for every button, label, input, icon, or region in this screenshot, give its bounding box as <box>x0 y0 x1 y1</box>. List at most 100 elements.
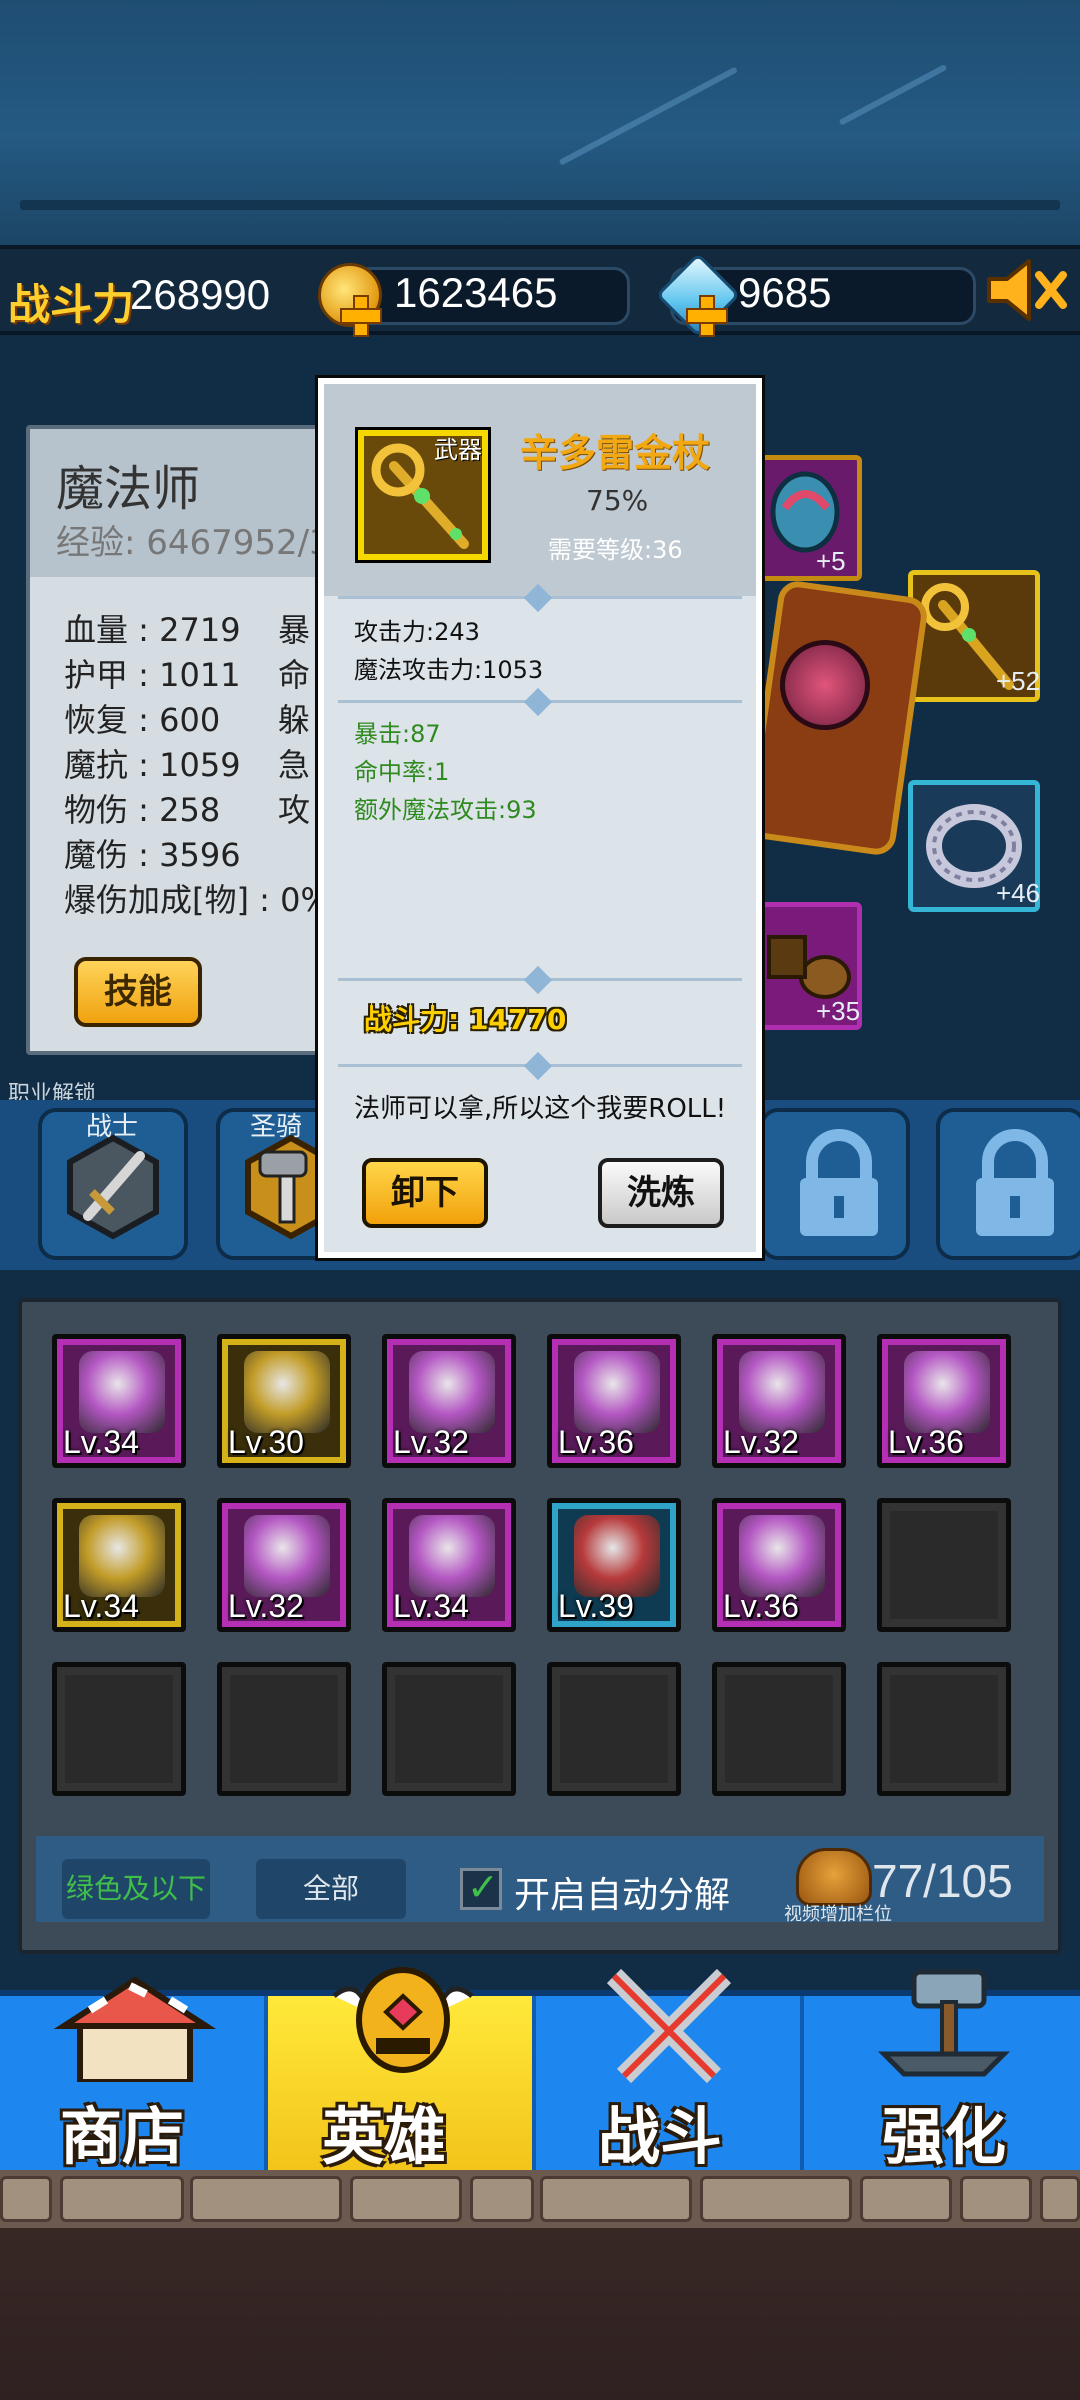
orb-blue-icon <box>739 1515 825 1597</box>
inventory-empty-slot[interactable] <box>877 1662 1011 1796</box>
auto-decompose-checkbox[interactable] <box>460 1865 502 1910</box>
inventory-empty-slot[interactable] <box>52 1662 186 1796</box>
item-detail-popup: 武器 辛多雷金杖 75% 需要等级:36 攻击力:243 魔法攻击力:1053 … <box>318 378 762 1258</box>
armor-purple-icon <box>409 1351 495 1433</box>
ledge-shadow <box>20 200 1060 210</box>
inventory-item[interactable]: Lv.34 <box>382 1498 516 1632</box>
sword-shield-icon <box>904 1351 990 1433</box>
combat-power-value: 268990 <box>130 271 271 318</box>
tab-enhance[interactable]: 强化 <box>804 1969 1080 2173</box>
stat-crit-bonus: 爆伤加成[物] : 0% <box>64 881 331 919</box>
bag-expand-hint: 视频增加栏位 <box>784 1904 892 1925</box>
light-streak <box>558 66 738 166</box>
hero-stats-panel: 魔法师 经验: 6467952/3 血量 : 2719 护甲 : 1011 恢复… <box>26 425 356 1055</box>
gauntlets-icon <box>79 1351 165 1433</box>
unequip-button[interactable]: 卸下 <box>362 1158 488 1228</box>
inventory-item[interactable]: Lv.34 <box>52 1498 186 1632</box>
hammer-anvil-icon <box>877 1969 1011 2077</box>
item-level: Lv.34 <box>63 1424 139 1460</box>
tab-battle-label: 战斗 <box>598 2100 723 2173</box>
brick <box>60 2176 184 2222</box>
auto-decompose-label: 开启自动分解 <box>514 1875 731 1916</box>
inventory-item[interactable]: Lv.32 <box>217 1498 351 1632</box>
divider <box>338 1051 742 1081</box>
item-level: Lv.32 <box>393 1424 469 1460</box>
hero-experience: 经验: 6467952/3 <box>56 523 331 563</box>
tab-shop[interactable]: 商店 <box>0 1976 268 2173</box>
inventory-item[interactable]: Lv.32 <box>382 1334 516 1468</box>
armor-gold-icon <box>739 1351 825 1433</box>
item-bonus-magic: 额外魔法攻击:93 <box>354 796 537 824</box>
inventory-empty-slot[interactable] <box>217 1662 351 1796</box>
brick <box>700 2176 852 2222</box>
inventory-empty-slot[interactable] <box>547 1662 681 1796</box>
item-bonus-hit: 命中率:1 <box>354 758 450 786</box>
inventory-item[interactable]: Lv.39 <box>547 1498 681 1632</box>
cross-gold-icon <box>574 1351 660 1433</box>
item-level: Lv.34 <box>393 1588 469 1624</box>
divider <box>338 583 742 613</box>
mute-speaker-icon[interactable] <box>985 255 1067 325</box>
tab-shop-label: 商店 <box>60 2100 185 2173</box>
inventory-item[interactable]: Lv.34 <box>52 1334 186 1468</box>
class-locked-slot[interactable] <box>936 1108 1080 1260</box>
currency-bar: 战斗力 268990 1623465 9685 <box>0 245 1080 338</box>
stat-dodge: 躲 <box>278 701 311 739</box>
stat-hp: 血量 : 2719 <box>64 611 241 649</box>
ring-bonus: +46 <box>996 878 1041 908</box>
weapon-bonus: +52 <box>996 666 1041 696</box>
bag-capacity: 77/105 <box>872 1855 1013 1907</box>
brick <box>960 2176 1032 2222</box>
inventory-item[interactable]: Lv.36 <box>547 1334 681 1468</box>
bag-expand-icon[interactable] <box>796 1848 872 1906</box>
helm-blue-icon <box>244 1351 330 1433</box>
boots-bonus: +35 <box>816 996 861 1026</box>
lock-icon <box>976 1129 1054 1236</box>
shop-icon <box>53 1976 217 2082</box>
inventory-item[interactable]: Lv.30 <box>217 1334 351 1468</box>
hero-header: 魔法师 经验: 6467952/3 <box>30 429 352 577</box>
inventory-item[interactable]: Lv.32 <box>712 1334 846 1468</box>
combat-power-label: 战斗力 <box>8 280 135 329</box>
add-gold-icon[interactable] <box>340 295 382 337</box>
light-streak <box>838 64 948 126</box>
tab-hero[interactable]: 英雄 <box>268 1967 536 2173</box>
stat-physical-damage: 物伤 : 258 <box>64 791 221 829</box>
skill-button[interactable]: 技能 <box>74 957 202 1027</box>
tab-battle[interactable]: 战斗 <box>536 1968 804 2173</box>
divider <box>338 687 742 717</box>
item-combat-power: 战斗力: 14770 <box>364 1003 567 1036</box>
inventory-empty-slot[interactable] <box>382 1662 516 1796</box>
add-diamond-icon[interactable] <box>686 295 728 337</box>
item-level: Lv.34 <box>63 1588 139 1624</box>
stat-magic-resist: 魔抗 : 1059 <box>64 746 241 784</box>
filter-green-button[interactable]: 绿色及以下 <box>62 1859 210 1919</box>
tab-hero-label: 英雄 <box>322 2100 447 2173</box>
helmet-bonus: +5 <box>816 546 846 576</box>
item-bonus-crit: 暴击:87 <box>354 720 441 748</box>
gold-value: 1623465 <box>394 269 558 316</box>
class-locked-slot[interactable] <box>760 1108 910 1260</box>
item-quality-percent: 75% <box>586 484 649 517</box>
equipped-helmet-slot[interactable] <box>760 455 862 581</box>
diamond-value: 9685 <box>738 269 832 316</box>
gloves-black-icon <box>79 1515 165 1597</box>
inventory-item[interactable]: Lv.36 <box>712 1498 846 1632</box>
inventory-item[interactable]: Lv.36 <box>877 1334 1011 1468</box>
inventory-empty-slot[interactable] <box>877 1498 1011 1632</box>
hero-helmet-icon <box>332 1967 474 2073</box>
divider <box>338 965 742 995</box>
armor-red-icon <box>244 1515 330 1597</box>
brick <box>350 2176 462 2222</box>
item-level: Lv.32 <box>228 1588 304 1624</box>
inventory-empty-slot[interactable] <box>712 1662 846 1796</box>
item-level: Lv.36 <box>888 1424 964 1460</box>
class-warrior-label: 战士 <box>86 1112 139 1142</box>
lock-icon <box>800 1129 878 1236</box>
ring-red-icon <box>574 1515 660 1597</box>
filter-all-button[interactable]: 全部 <box>256 1859 406 1919</box>
item-name: 辛多雷金杖 <box>520 431 711 475</box>
game-screen: 战斗力 268990 1623465 9685 魔法师 经验: 6467952/… <box>0 0 1080 2400</box>
refine-button[interactable]: 洗炼 <box>598 1158 724 1228</box>
brick <box>1040 2176 1080 2222</box>
